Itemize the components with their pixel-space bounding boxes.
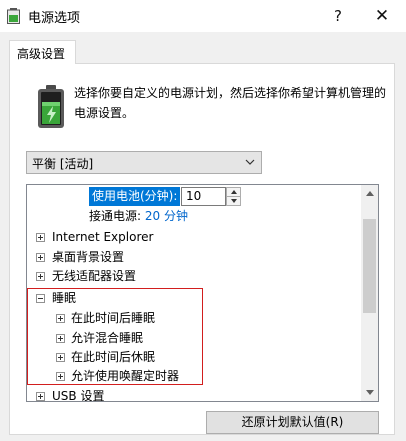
help-button[interactable]: ?	[316, 0, 360, 32]
tree-item-hybrid-sleep[interactable]: 允许混合睡眠	[27, 328, 357, 348]
title-bar: 电源选项 ? ✕	[0, 0, 406, 32]
tree-item-hibernate-after[interactable]: 在此时间后休眠	[27, 347, 357, 367]
vertical-scrollbar[interactable]	[361, 185, 378, 401]
spinner-down-button[interactable]	[226, 196, 241, 206]
minus-box-icon[interactable]	[36, 294, 45, 303]
on-battery-minutes-value: 10	[186, 189, 202, 203]
tree-item-wireless-adapter[interactable]: 无线适配器设置	[27, 266, 357, 286]
plus-box-icon[interactable]	[56, 353, 65, 362]
tree-item-label: 在此时间后休眠	[71, 350, 156, 364]
plus-box-icon[interactable]	[56, 372, 65, 381]
power-plan-select[interactable]: 平衡 [活动]	[26, 151, 262, 174]
tree-item-label: USB 设置	[52, 389, 105, 402]
tab-label: 高级设置	[17, 47, 66, 61]
settings-tree[interactable]: 使用电池(分钟): 10 接通电源: 20 分钟 Internet Explor…	[26, 184, 379, 402]
plugged-in-label: 接通电源:	[89, 209, 142, 223]
scroll-thumb[interactable]	[363, 219, 376, 313]
plan-description: 选择你要自定义的电源计划，然后选择你希望计算机管理的电源设置。	[74, 86, 387, 120]
tree-item-label: 桌面背景设置	[52, 250, 125, 264]
tree-item-internet-explorer[interactable]: Internet Explorer	[27, 227, 357, 247]
on-battery-minutes-input[interactable]: 10	[181, 187, 226, 206]
tree-item-label: 允许使用唤醒定时器	[71, 369, 180, 383]
tree-item-label: 无线适配器设置	[52, 269, 137, 283]
window-title: 电源选项	[28, 11, 81, 26]
tree-item-desktop-background[interactable]: 桌面背景设置	[27, 247, 357, 267]
plus-box-icon[interactable]	[36, 272, 45, 281]
chevron-down-icon	[245, 159, 255, 165]
plugged-in-row: 接通电源: 20 分钟	[89, 207, 188, 226]
plugged-in-value[interactable]: 20 分钟	[145, 209, 188, 223]
tree-item-sleep-after[interactable]: 在此时间后睡眠	[27, 308, 357, 328]
tree-item-label: Internet Explorer	[52, 230, 154, 244]
close-button[interactable]: ✕	[360, 0, 404, 32]
plus-box-icon[interactable]	[36, 253, 45, 262]
plus-box-icon[interactable]	[36, 233, 45, 242]
on-battery-label: 使用电池(分钟):	[89, 187, 181, 206]
battery-icon	[38, 85, 64, 128]
plus-box-icon[interactable]	[36, 392, 45, 401]
tree-item-usb-settings[interactable]: USB 设置	[27, 386, 357, 402]
tree-item-wake-timers[interactable]: 允许使用唤醒定时器	[27, 366, 357, 386]
tab-advanced-settings[interactable]: 高级设置	[9, 40, 76, 64]
plan-select-value: 平衡 [活动]	[32, 157, 94, 171]
power-options-icon	[7, 8, 20, 24]
scroll-down-button[interactable]	[361, 384, 378, 401]
plus-box-icon[interactable]	[56, 334, 65, 343]
tree-item-label: 允许混合睡眠	[71, 331, 144, 345]
scroll-up-button[interactable]	[361, 185, 378, 202]
tree-item-label: 睡眠	[52, 291, 77, 305]
tree-item-sleep[interactable]: 睡眠	[27, 288, 357, 308]
restore-defaults-button[interactable]: 还原计划默认值(R)	[206, 411, 379, 434]
tree-item-label: 在此时间后睡眠	[71, 311, 156, 325]
plus-box-icon[interactable]	[56, 314, 65, 323]
